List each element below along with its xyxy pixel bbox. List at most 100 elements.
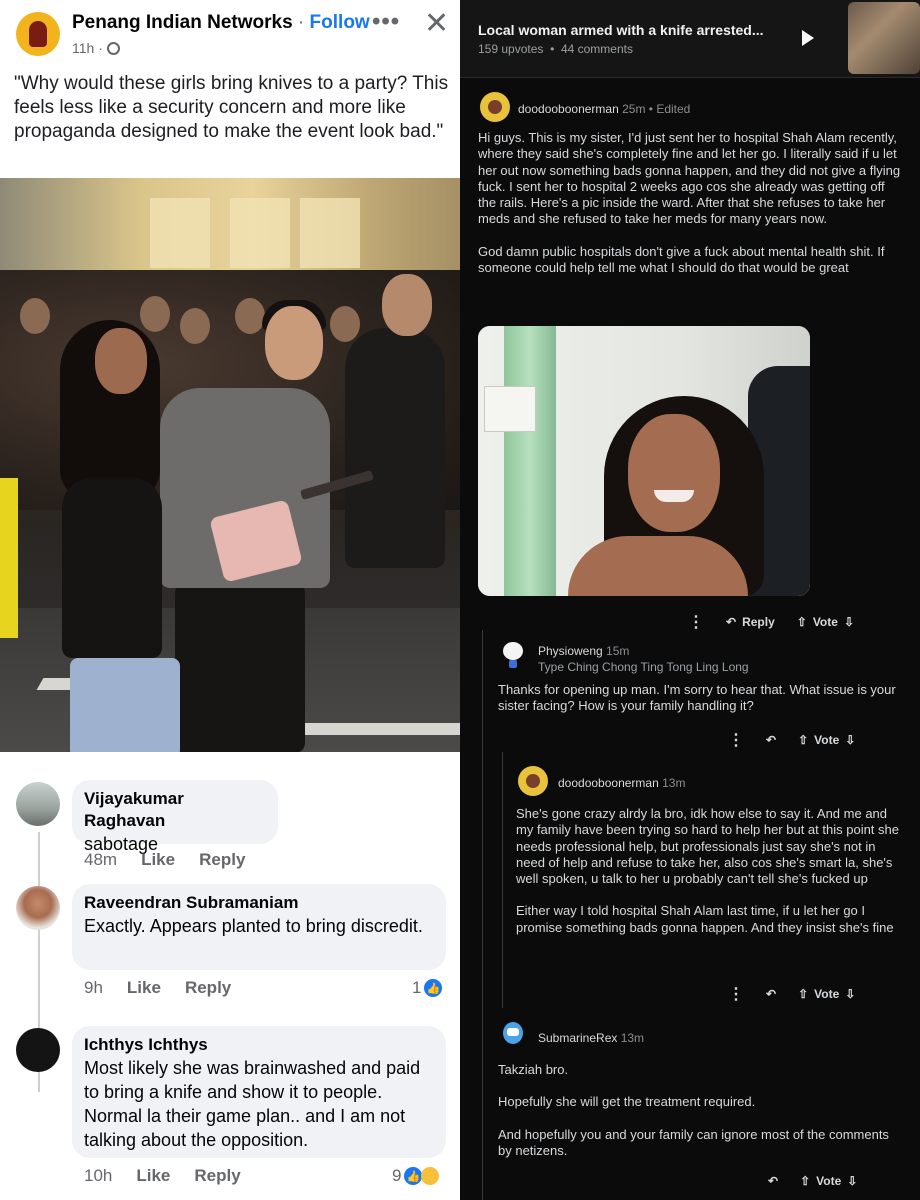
comment-meta: 15m — [602, 644, 630, 658]
kebab-icon[interactable]: ⋮ — [728, 730, 744, 750]
vote-control: ⇧ Vote ⇩ — [798, 987, 855, 1001]
comment-paragraph: Hi guys. This is my sister, I'd just sen… — [478, 130, 901, 227]
post-time[interactable]: 11h · — [72, 40, 103, 56]
like-button[interactable]: Like — [136, 1166, 170, 1186]
crowd-head — [180, 308, 210, 344]
comment-actions: ⋮ ↶ ⇧ Vote ⇩ — [728, 730, 855, 750]
downvote-icon[interactable]: ⇩ — [844, 615, 854, 629]
avatar[interactable] — [16, 782, 60, 826]
photo-woman-face — [95, 328, 147, 394]
reply-button[interactable]: ↶ — [768, 1174, 778, 1188]
vote-control: ⇧ Vote ⇩ — [798, 733, 855, 747]
close-icon[interactable]: ✕ — [424, 6, 449, 41]
photo-ceiling — [0, 178, 460, 270]
post-title[interactable]: Local woman armed with a knife arrested.… — [478, 22, 788, 38]
comment-meta: 13m — [617, 1031, 645, 1045]
comment-bubble: Ichthys Ichthys Most likely she was brai… — [72, 1026, 446, 1158]
kebab-icon[interactable]: ⋮ — [728, 984, 744, 1004]
reply-button[interactable]: Reply — [199, 850, 245, 870]
reaction-count[interactable]: 9 👍 — [392, 1166, 440, 1186]
reply-button[interactable]: Reply — [194, 1166, 240, 1186]
post-header-bar[interactable]: Local woman armed with a knife arrested.… — [460, 0, 920, 78]
comment-actions: 48m Like Reply — [84, 850, 245, 870]
comment-body: She's gone crazy alrdy la bro, idk how e… — [516, 806, 902, 952]
play-icon[interactable] — [802, 30, 814, 46]
image-face — [628, 414, 720, 532]
upvote-count: 159 upvotes — [478, 42, 544, 56]
avatar[interactable] — [518, 766, 548, 796]
post-photo[interactable] — [0, 178, 460, 752]
comment-author[interactable]: Vijayakumar Raghavan — [84, 788, 266, 832]
avatar[interactable] — [16, 1028, 60, 1072]
vote-control: ⇧ Vote ⇩ — [797, 615, 854, 629]
avatar[interactable] — [498, 638, 528, 668]
crowd-head — [235, 298, 265, 334]
more-icon[interactable]: ••• — [372, 8, 400, 36]
comment-author[interactable]: Raveendran Subramaniam — [84, 892, 434, 914]
comment-actions: ⋮ ↶ Reply ⇧ Vote ⇩ — [688, 612, 854, 632]
reaction-number: 9 — [392, 1166, 402, 1185]
comment-text: Exactly. Appears planted to bring discre… — [84, 916, 423, 936]
comment-time[interactable]: 48m — [84, 850, 117, 870]
upvote-icon[interactable]: ⇧ — [800, 1174, 810, 1188]
like-button[interactable]: Like — [127, 978, 161, 998]
follow-button[interactable]: Follow — [310, 12, 370, 33]
comment-text: Most likely she was brainwashed and paid… — [84, 1058, 421, 1150]
reply-button[interactable]: ↶ Reply — [726, 615, 775, 629]
crowd-head — [140, 296, 170, 332]
vote-label: Vote — [812, 615, 838, 629]
upvote-icon[interactable]: ⇧ — [798, 733, 808, 747]
image-body — [568, 536, 748, 596]
comment-actions: 9h Like Reply — [84, 978, 231, 998]
photo-woman-legs — [70, 658, 180, 752]
reaction-number: 1 — [412, 978, 422, 997]
avatar[interactable] — [16, 886, 60, 930]
reply-button[interactable]: ↶ — [766, 987, 776, 1001]
downvote-icon[interactable]: ⇩ — [847, 1174, 857, 1188]
reaction-count[interactable]: 1 👍 — [412, 978, 443, 998]
post-text: "Why would these girls bring knives to a… — [14, 73, 449, 142]
image-sign — [484, 386, 536, 432]
downvote-icon[interactable]: ⇩ — [845, 987, 855, 1001]
upvote-icon[interactable]: ⇧ — [797, 615, 807, 629]
post-thumbnail[interactable] — [848, 2, 920, 74]
photo-woman-body — [62, 478, 162, 658]
upvote-icon[interactable]: ⇧ — [798, 987, 808, 1001]
comment-author[interactable]: doodooboonerman — [558, 776, 659, 790]
like-button[interactable]: Like — [141, 850, 175, 870]
like-reaction-icon: 👍 — [424, 979, 443, 997]
reply-icon: ↶ — [766, 733, 777, 747]
reddit-thread-panel: Local woman armed with a knife arrested.… — [460, 0, 920, 1200]
comment-author[interactable]: Ichthys Ichthys — [84, 1034, 434, 1056]
downvote-icon[interactable]: ⇩ — [845, 733, 855, 747]
like-reaction-icon: 👍 — [404, 1167, 423, 1185]
thread-line — [502, 752, 503, 1008]
comment-actions: ↶ ⇧ Vote ⇩ — [768, 1174, 857, 1188]
reply-button[interactable]: Reply — [185, 978, 231, 998]
comment-body: Hi guys. This is my sister, I'd just sen… — [478, 130, 902, 292]
facebook-post-panel: Penang Indian Networks · Follow 11h · ••… — [0, 0, 460, 1200]
comment-actions: ⋮ ↶ ⇧ Vote ⇩ — [728, 984, 855, 1004]
comment-author[interactable]: Physioweng — [538, 644, 603, 658]
photo-window — [300, 198, 360, 268]
comment-paragraph: Hopefully she will get the treatment req… — [498, 1094, 756, 1110]
comment-paragraph: Takziah bro. — [498, 1062, 569, 1077]
kebab-icon[interactable]: ⋮ — [688, 612, 704, 632]
photo-window — [230, 198, 290, 268]
page-avatar[interactable] — [16, 12, 60, 56]
comment-author[interactable]: doodooboonerman — [518, 102, 619, 116]
comment-author[interactable]: SubmarineRex — [538, 1031, 617, 1045]
comment-body: Thanks for opening up man. I'm sorry to … — [498, 682, 902, 731]
reply-button[interactable]: ↶ — [766, 733, 776, 747]
comment-time[interactable]: 9h — [84, 978, 103, 998]
globe-icon — [106, 41, 120, 55]
comments-section: Vijayakumar Raghavan sabotage 48m Like R… — [0, 752, 460, 1200]
reply-label: Reply — [742, 615, 775, 629]
avatar[interactable] — [498, 1018, 528, 1048]
photo-yellow-figure — [0, 478, 18, 638]
page-name-link[interactable]: Penang Indian Networks — [72, 12, 293, 33]
image-smile — [654, 490, 694, 502]
comment-image[interactable] — [478, 326, 810, 596]
comment-time[interactable]: 10h — [84, 1166, 112, 1186]
avatar[interactable] — [480, 92, 510, 122]
